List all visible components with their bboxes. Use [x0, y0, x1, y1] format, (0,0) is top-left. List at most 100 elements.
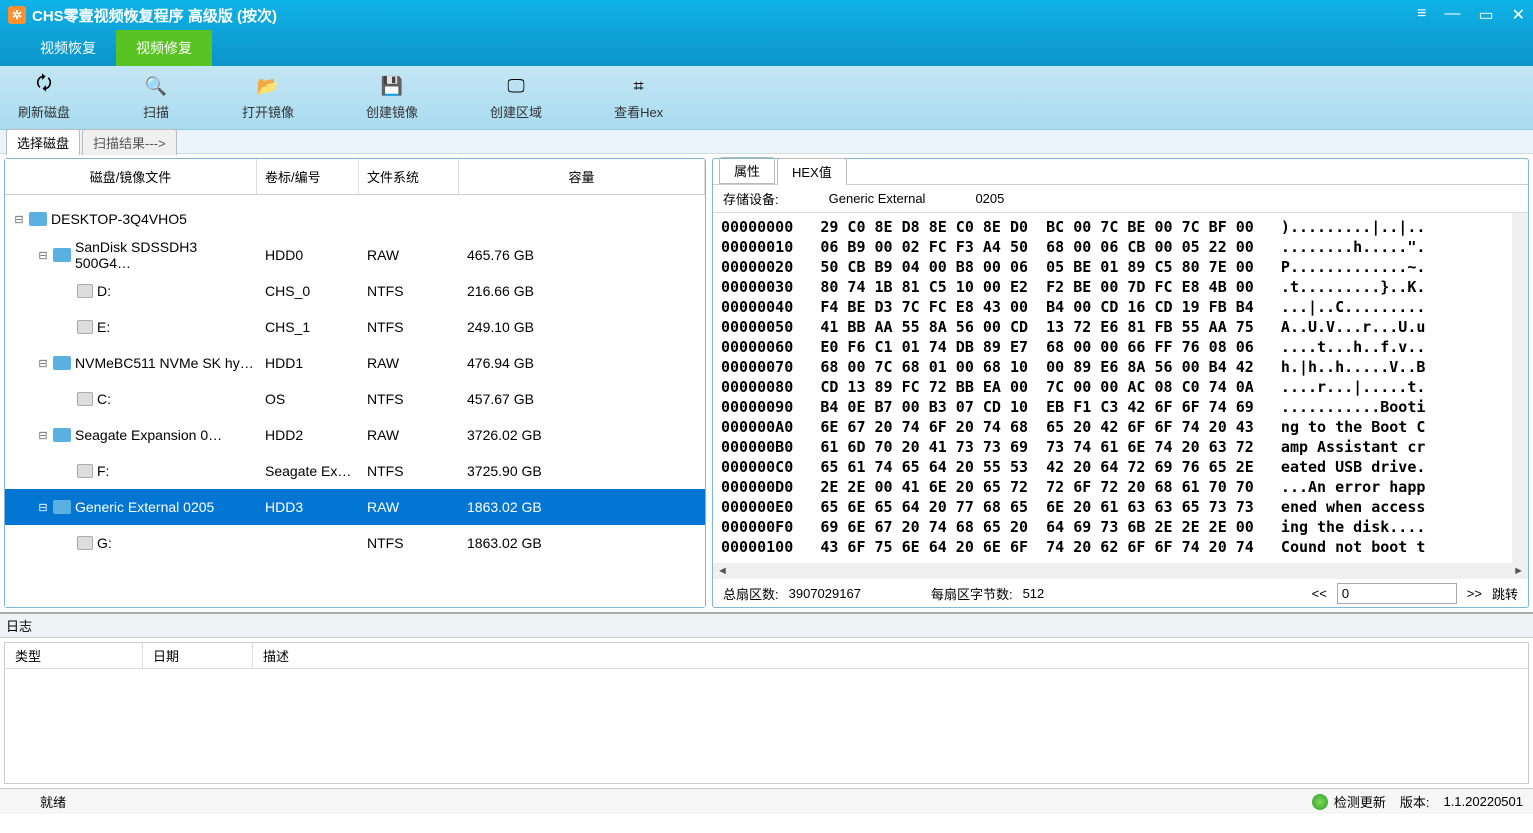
- disk-name: F:: [97, 463, 109, 479]
- expand-icon[interactable]: ⊟: [37, 501, 49, 514]
- hex-line: 000000D0 2E 2E 00 41 6E 20 65 72 72 6F 7…: [721, 477, 1520, 497]
- view-hex-button[interactable]: ⌗查看Hex: [614, 74, 663, 121]
- tree-row[interactable]: ⊟Generic External 0205HDD3RAW1863.02 GB: [5, 489, 705, 525]
- disk-name: Seagate Expansion 0…: [75, 427, 222, 443]
- volume-cell: HDD3: [257, 499, 359, 515]
- minimize-icon[interactable]: —: [1444, 5, 1460, 25]
- tree-row[interactable]: ⊟NVMeBC511 NVMe SK hy…HDD1RAW476.94 GB: [5, 345, 705, 381]
- capacity-cell: 3726.02 GB: [459, 427, 705, 443]
- tree-row[interactable]: F:Seagate Ex…NTFS3725.90 GB: [5, 453, 705, 489]
- dev-icon: [53, 500, 71, 514]
- fs-cell: NTFS: [359, 319, 459, 335]
- prev-sector-button[interactable]: <<: [1312, 586, 1327, 601]
- drv-icon: [77, 392, 93, 406]
- hex-line: 000000B0 61 6D 70 20 41 73 73 69 73 74 6…: [721, 437, 1520, 457]
- area-icon: 🖵: [502, 74, 530, 98]
- disk-name: E:: [97, 319, 110, 335]
- close-icon[interactable]: ✕: [1512, 5, 1525, 25]
- storage-row: 存储设备: Generic External 0205: [713, 185, 1528, 213]
- jump-button[interactable]: 跳转: [1492, 584, 1518, 603]
- scrollbar-horizontal[interactable]: ◄►: [713, 563, 1528, 579]
- col-capacity[interactable]: 容量: [459, 159, 705, 194]
- scrollbar-vertical[interactable]: [1512, 213, 1528, 563]
- expand-icon[interactable]: ⊟: [37, 357, 49, 370]
- hex-view[interactable]: 00000000 29 C0 8E D8 8E C0 8E D0 BC 00 7…: [713, 213, 1528, 563]
- menu-icon[interactable]: ≡: [1417, 5, 1426, 25]
- expand-icon[interactable]: ⊟: [13, 213, 25, 226]
- total-sectors-label: 总扇区数:: [723, 584, 779, 603]
- col-fs[interactable]: 文件系统: [359, 159, 459, 194]
- create-area-button[interactable]: 🖵创建区域: [490, 74, 542, 121]
- hex-line: 000000C0 65 61 74 65 64 20 55 53 42 20 6…: [721, 457, 1520, 477]
- tab-video-repair[interactable]: 视频修复: [116, 30, 212, 66]
- maximize-icon[interactable]: ▭: [1478, 5, 1493, 25]
- tab-attributes[interactable]: 属性: [719, 157, 775, 184]
- refresh-icon: 🗘: [30, 74, 58, 98]
- scan-icon: 🔍: [142, 74, 170, 98]
- status-update[interactable]: 检测更新: [1312, 792, 1386, 811]
- log-title: 日志: [0, 614, 1533, 638]
- expand-icon[interactable]: ⊟: [37, 249, 49, 262]
- next-sector-button[interactable]: >>: [1467, 586, 1482, 601]
- hex-line: 00000050 41 BB AA 55 8A 56 00 CD 13 72 E…: [721, 317, 1520, 337]
- total-sectors-value: 3907029167: [789, 586, 861, 601]
- tree-row[interactable]: G:NTFS1863.02 GB: [5, 525, 705, 561]
- volume-cell: HDD0: [257, 247, 359, 263]
- fs-cell: RAW: [359, 247, 459, 263]
- main-tabs: 视频恢复 视频修复: [0, 30, 1533, 66]
- tree-row[interactable]: E:CHS_1NTFS249.10 GB: [5, 309, 705, 345]
- log-col-type[interactable]: 类型: [5, 643, 143, 668]
- capacity-cell: 457.67 GB: [459, 391, 705, 407]
- drv-icon: [77, 464, 93, 478]
- capacity-cell: 3725.90 GB: [459, 463, 705, 479]
- disk-tree: ⊟DESKTOP-3Q4VHO5⊟SanDisk SDSSDH3 500G4…H…: [5, 195, 705, 607]
- tree-row[interactable]: ⊟SanDisk SDSSDH3 500G4…HDD0RAW465.76 GB: [5, 237, 705, 273]
- tree-row[interactable]: ⊟ Seagate Expansion 0… HDD2RAW3726.02 GB: [5, 417, 705, 453]
- hex-line: 00000100 43 6F 75 6E 64 20 6E 6F 74 20 6…: [721, 537, 1520, 557]
- open-icon: 📂: [254, 74, 282, 98]
- disk-columns: 磁盘/镜像文件 卷标/编号 文件系统 容量: [5, 159, 705, 195]
- hex-line: 000000A0 6E 67 20 74 6F 20 74 68 65 20 4…: [721, 417, 1520, 437]
- volume-cell: CHS_0: [257, 283, 359, 299]
- col-volume[interactable]: 卷标/编号: [257, 159, 359, 194]
- titlebar: ✲ CHS零壹视频恢复程序 高级版 (按次) ≡ — ▭ ✕: [0, 0, 1533, 30]
- status-ready: 就绪: [10, 792, 1312, 811]
- hex-line: 000000F0 69 6E 67 20 74 68 65 20 64 69 7…: [721, 517, 1520, 537]
- tab-hex[interactable]: HEX值: [777, 158, 847, 185]
- tab-video-recover[interactable]: 视频恢复: [20, 30, 116, 66]
- subtab-scan-results[interactable]: 扫描结果--->: [82, 129, 177, 155]
- scan-button[interactable]: 🔍扫描: [142, 74, 170, 121]
- hex-line: 00000000 29 C0 8E D8 8E C0 8E D0 BC 00 7…: [721, 217, 1520, 237]
- hex-line: 00000070 68 00 7C 68 01 00 68 10 00 89 E…: [721, 357, 1520, 377]
- expand-icon[interactable]: ⊟: [37, 429, 49, 442]
- disk-name: NVMeBC511 NVMe SK hy…: [75, 355, 254, 371]
- volume-cell: HDD2: [257, 427, 359, 443]
- refresh-disk-button[interactable]: 🗘刷新磁盘: [18, 74, 70, 121]
- create-image-button[interactable]: 💾创建镜像: [366, 74, 418, 121]
- version-value: 1.1.20220501: [1443, 794, 1523, 809]
- log-col-date[interactable]: 日期: [143, 643, 253, 668]
- log-section: 日志 类型 日期 描述: [0, 612, 1533, 784]
- drv-icon: [77, 536, 93, 550]
- storage-id: 0205: [975, 191, 1004, 206]
- disk-name: SanDisk SDSSDH3 500G4…: [75, 239, 257, 271]
- col-disk[interactable]: 磁盘/镜像文件: [5, 159, 257, 194]
- tree-row[interactable]: D:CHS_0NTFS216.66 GB: [5, 273, 705, 309]
- disk-panel: 磁盘/镜像文件 卷标/编号 文件系统 容量 ⊟ DESKTOP-3Q4VHO5 ⊟ S…: [4, 158, 706, 608]
- fs-cell: RAW: [359, 427, 459, 443]
- statusbar: 就绪 检测更新 版本: 1.1.20220501: [0, 788, 1533, 814]
- open-image-button[interactable]: 📂打开镜像: [242, 74, 294, 121]
- capacity-cell: 216.66 GB: [459, 283, 705, 299]
- tree-row[interactable]: ⊟ DESKTOP-3Q4VHO5: [5, 201, 705, 237]
- log-columns: 类型 日期 描述: [5, 643, 1528, 669]
- goto-sector-input[interactable]: [1337, 583, 1457, 604]
- hex-line: 00000010 06 B9 00 02 FC F3 A4 50 68 00 0…: [721, 237, 1520, 257]
- tree-row[interactable]: C:OSNTFS457.67 GB: [5, 381, 705, 417]
- disk-name: DESKTOP-3Q4VHO5: [51, 211, 187, 227]
- log-col-desc[interactable]: 描述: [253, 643, 1528, 668]
- volume-cell: HDD1: [257, 355, 359, 371]
- drv-icon: [77, 284, 93, 298]
- disk-name: C:: [97, 391, 111, 407]
- subtab-select-disk[interactable]: 选择磁盘: [6, 129, 80, 155]
- dev-icon: [53, 356, 71, 370]
